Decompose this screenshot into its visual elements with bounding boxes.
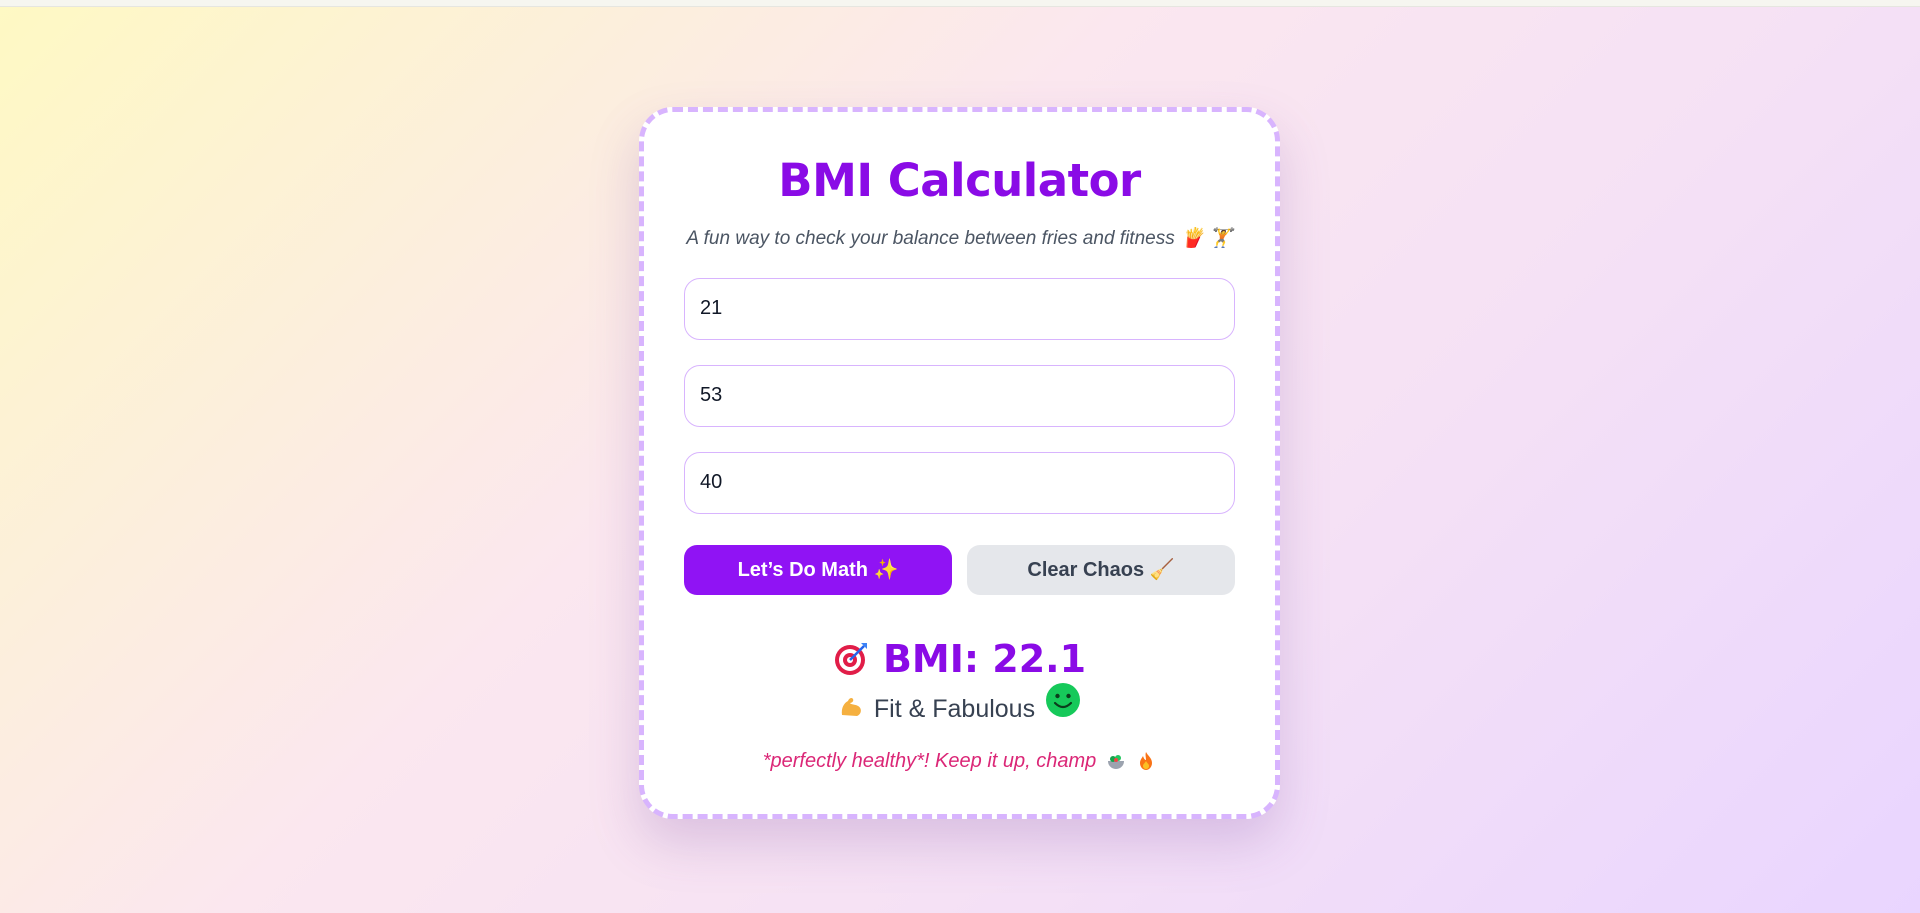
flexed-biceps-icon	[838, 693, 864, 726]
bmi-category: Fit & Fabulous	[838, 682, 1081, 728]
clear-button[interactable]: Clear Chaos 🧹	[967, 544, 1235, 595]
height-input[interactable]	[684, 364, 1235, 427]
bmi-result: BMI: 22.1	[833, 637, 1086, 681]
bmi-card: BMI Calculator A fun way to check your b…	[639, 107, 1280, 819]
category-label: Fit & Fabulous	[873, 695, 1036, 723]
target-icon	[833, 641, 869, 677]
result-message: *perfectly healthy*! Keep it up, champ	[763, 750, 1157, 773]
bmi-value: BMI: 22.1	[882, 636, 1087, 681]
smiley-icon	[1045, 682, 1081, 718]
salad-icon	[1106, 751, 1126, 771]
page-subtitle: A fun way to check your balance between …	[686, 227, 1233, 249]
page-title: BMI Calculator	[778, 154, 1141, 207]
message-text: *perfectly healthy*! Keep it up, champ	[762, 749, 1097, 772]
fire-icon	[1136, 751, 1156, 771]
weight-input[interactable]	[684, 451, 1235, 514]
age-input[interactable]	[684, 277, 1235, 340]
button-row: Let’s Do Math ✨ Clear Chaos 🧹	[684, 544, 1235, 595]
calculate-button[interactable]: Let’s Do Math ✨	[684, 544, 952, 595]
result-section: BMI: 22.1 Fit & Fabulous *perfectly heal…	[684, 637, 1235, 773]
browser-top-edge	[0, 0, 1920, 7]
